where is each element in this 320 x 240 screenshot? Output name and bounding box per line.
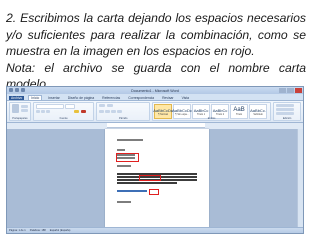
tab-revisar[interactable]: Revisar — [160, 96, 176, 100]
align-left-icon[interactable] — [99, 110, 105, 113]
document-area — [7, 129, 303, 228]
align-center-icon[interactable] — [105, 110, 111, 113]
font-name-dropdown[interactable] — [35, 104, 64, 109]
paste-icon[interactable] — [12, 104, 19, 113]
undo-icon[interactable] — [21, 88, 25, 92]
underline-icon[interactable] — [45, 110, 50, 113]
style-name: Subtítulo — [253, 112, 263, 116]
window-controls — [279, 88, 302, 93]
page-count-status: Página: 1 de 1 — [9, 229, 26, 232]
horizontal-ruler[interactable] — [107, 123, 205, 128]
salutation-line — [117, 165, 131, 167]
closing-line — [117, 190, 147, 192]
tab-inicio[interactable]: Inicio — [28, 95, 43, 100]
bullets-icon[interactable] — [99, 104, 106, 107]
replace-icon[interactable] — [276, 108, 295, 111]
tab-archivo[interactable]: Archivo — [9, 96, 25, 100]
tab-diseno-pagina[interactable]: Diseño de página — [66, 96, 96, 100]
tab-correspondencia[interactable]: Correspondencia — [126, 96, 156, 100]
body-line — [117, 182, 177, 184]
merge-field-box-closing — [149, 188, 159, 195]
ribbon: Portapapeles Fuente Párrafo AaBbCcDc ¶ N… — [7, 101, 303, 123]
style-name: Título 2 — [216, 112, 225, 116]
date-line — [117, 139, 143, 141]
word-logo-icon — [9, 88, 13, 92]
select-icon[interactable] — [276, 112, 295, 115]
ribbon-tabs: Archivo Inicio Insertar Diseño de página… — [7, 94, 303, 101]
styles-group-label: Estilos — [207, 117, 216, 120]
status-bar: Página: 1 de 1 Palabras: 188 Español (Es… — [7, 227, 303, 233]
word-window-screenshot: Documento1 - Microsoft Word Archivo Inic… — [6, 86, 304, 234]
document-page[interactable] — [105, 129, 209, 228]
style-name: Título 1 — [197, 112, 206, 116]
quick-access-toolbar[interactable] — [9, 88, 25, 92]
greeting-line — [117, 149, 125, 151]
tab-vista[interactable]: Vista — [180, 96, 191, 100]
style-name: ¶ Normal — [158, 112, 168, 116]
copy-icon[interactable] — [21, 109, 28, 112]
cut-icon[interactable] — [21, 105, 28, 108]
bold-icon[interactable] — [35, 110, 40, 113]
language-status[interactable]: Español (España) — [50, 229, 71, 232]
font-group: Fuente — [32, 102, 95, 121]
italic-icon[interactable] — [40, 110, 45, 113]
save-icon[interactable] — [15, 88, 19, 92]
tab-referencias[interactable]: Referencias — [100, 96, 122, 100]
find-icon[interactable] — [276, 104, 295, 107]
style-name: ¶ Sin espa... — [175, 112, 189, 116]
merge-field-box-recipient — [116, 152, 139, 162]
highlight-icon[interactable] — [73, 110, 79, 113]
clipboard-group-label: Portapapeles — [12, 117, 28, 120]
font-color-icon[interactable] — [80, 110, 86, 113]
clipboard-group: Portapapeles — [9, 102, 31, 121]
numbering-icon[interactable] — [107, 104, 114, 107]
instructions-text: 2. Escribimos la carta dejando los espac… — [6, 10, 306, 93]
instruction-paragraph: 2. Escribimos la carta dejando los espac… — [6, 11, 306, 59]
minimize-icon[interactable] — [279, 88, 286, 93]
vertical-scrollbar[interactable] — [297, 129, 303, 228]
maximize-icon[interactable] — [287, 88, 294, 93]
title-bar: Documento1 - Microsoft Word — [7, 87, 303, 94]
styles-group: AaBbCcDc ¶ Normal AaBbCcDc ¶ Sin espa...… — [152, 102, 272, 121]
window-title: Documento1 - Microsoft Word — [131, 88, 179, 93]
merge-field-box-body — [139, 174, 161, 182]
word-count-status[interactable]: Palabras: 188 — [30, 229, 46, 232]
justify-icon[interactable] — [117, 110, 123, 113]
editing-group-label: Edición — [282, 117, 292, 120]
font-size-dropdown[interactable] — [64, 104, 75, 109]
tab-insertar[interactable]: Insertar — [46, 96, 62, 100]
style-name: Título — [236, 113, 243, 116]
signature-line — [117, 201, 131, 203]
paragraph-group: Párrafo — [96, 102, 151, 121]
editing-group: Edición — [273, 102, 302, 121]
align-right-icon[interactable] — [111, 110, 117, 113]
paragraph-group-label: Párrafo — [118, 117, 128, 120]
font-group-label: Fuente — [59, 117, 68, 120]
close-icon[interactable] — [295, 88, 302, 93]
